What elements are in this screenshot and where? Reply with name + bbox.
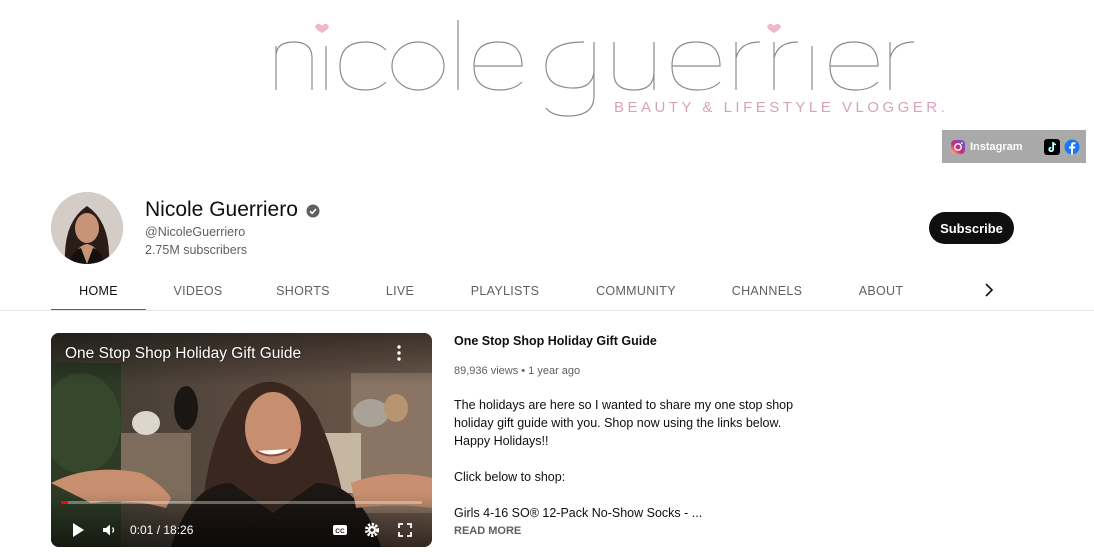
verified-check-icon <box>306 204 320 218</box>
description-line: Girls 4-16 SO® 12-Pack No-Show Socks - .… <box>454 506 703 520</box>
subscribe-button[interactable]: Subscribe <box>929 212 1014 244</box>
fullscreen-icon[interactable] <box>396 521 414 539</box>
read-more-link[interactable]: READ MORE <box>454 525 521 537</box>
player-controls: 0:01 / 18:26 CC <box>51 513 432 547</box>
channel-banner: BEAUTY & LIFESTYLE VLOGGER. Instagram <box>0 0 1094 168</box>
tab-shorts[interactable]: SHORTS <box>265 270 341 311</box>
channel-handle: @NicoleGuerriero <box>145 225 246 239</box>
more-vert-icon[interactable] <box>391 344 407 362</box>
description-line <box>454 450 804 468</box>
channel-tabs: HOME VIDEOS SHORTS LIVE PLAYLISTS COMMUN… <box>51 270 1001 311</box>
tab-channels[interactable]: CHANNELS <box>721 270 813 311</box>
instagram-link[interactable]: Instagram <box>950 139 1023 155</box>
tab-videos[interactable]: VIDEOS <box>159 270 237 311</box>
tab-live[interactable]: LIVE <box>371 270 429 311</box>
description-line: Happy Holidays!! <box>454 434 549 448</box>
tiktok-icon[interactable] <box>1044 138 1060 155</box>
banner-tagline: BEAUTY & LIFESTYLE VLOGGER. <box>614 99 949 116</box>
tab-about[interactable]: ABOUT <box>847 270 915 311</box>
volume-icon[interactable] <box>101 521 119 539</box>
video-overlay-title[interactable]: One Stop Shop Holiday Gift Guide <box>65 345 301 363</box>
video-description: The holidays are here so I wanted to sha… <box>454 396 804 522</box>
description-line: Click below to shop: <box>454 470 566 484</box>
instagram-label: Instagram <box>970 140 1023 153</box>
progress-fill <box>61 501 69 504</box>
featured-video-player[interactable]: One Stop Shop Holiday Gift Guide 0:01 / … <box>51 333 432 547</box>
chevron-right-icon[interactable] <box>978 279 1000 301</box>
video-time: 0:01 / 18:26 <box>130 523 194 537</box>
tab-playlists[interactable]: PLAYLISTS <box>459 270 551 311</box>
description-line: The holidays are here so I wanted to sha… <box>454 398 794 412</box>
tabs-divider <box>0 310 1094 311</box>
video-meta: 89,936 views • 1 year ago <box>454 365 581 377</box>
instagram-icon <box>951 139 965 154</box>
channel-name: Nicole Guerriero <box>145 198 298 221</box>
play-icon[interactable] <box>69 521 87 539</box>
channel-avatar[interactable] <box>51 192 123 264</box>
social-links-bar: Instagram <box>942 130 1086 163</box>
featured-video-title[interactable]: One Stop Shop Holiday Gift Guide <box>454 334 657 348</box>
description-line <box>454 486 804 504</box>
captions-icon[interactable]: CC <box>331 521 349 539</box>
tab-community[interactable]: COMMUNITY <box>583 270 689 311</box>
progress-bar[interactable] <box>61 501 422 504</box>
subscriber-count: 2.75M subscribers <box>145 243 248 257</box>
facebook-icon[interactable] <box>1064 139 1080 155</box>
settings-icon[interactable] <box>363 521 381 539</box>
description-line: holiday gift guide with you. Shop now us… <box>454 416 782 430</box>
svg-text:CC: CC <box>335 528 345 535</box>
tab-home[interactable]: HOME <box>51 270 146 311</box>
avatar-image <box>51 192 123 264</box>
